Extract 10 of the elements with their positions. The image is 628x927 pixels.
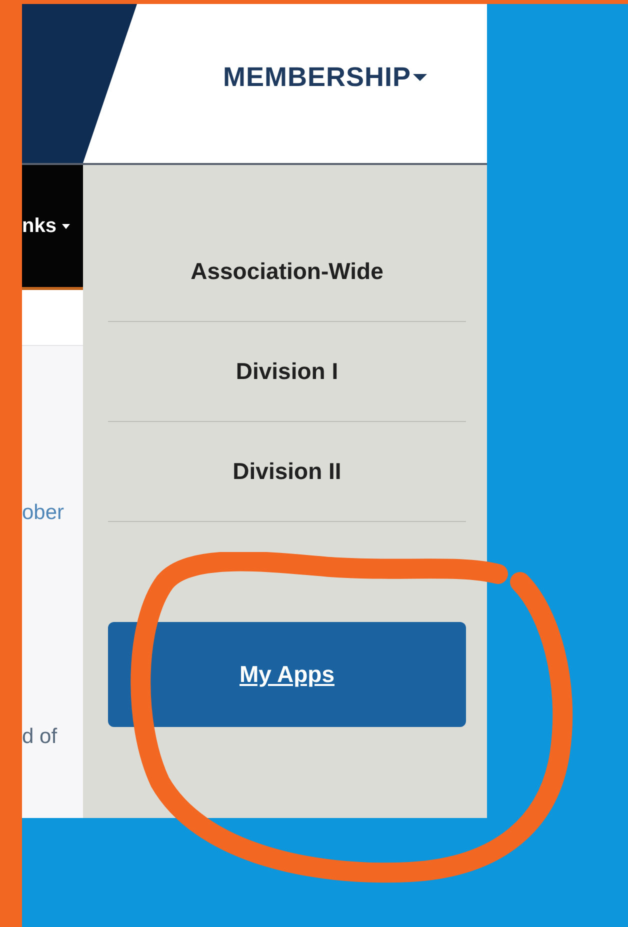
caret-icon xyxy=(62,224,70,228)
nav-menu-button[interactable]: MEMBERSHIP xyxy=(222,62,427,93)
text-link[interactable]: ober xyxy=(22,501,83,525)
menu-item[interactable]: Division I xyxy=(108,322,466,422)
caret-icon xyxy=(413,74,427,82)
menu-item[interactable]: Association-Wide xyxy=(108,222,466,322)
body-text: d of xyxy=(22,725,58,749)
menu-item[interactable]: Division II xyxy=(108,422,466,522)
nav-link[interactable]: nks xyxy=(22,214,56,238)
menu-button[interactable]: My Apps xyxy=(108,622,466,727)
